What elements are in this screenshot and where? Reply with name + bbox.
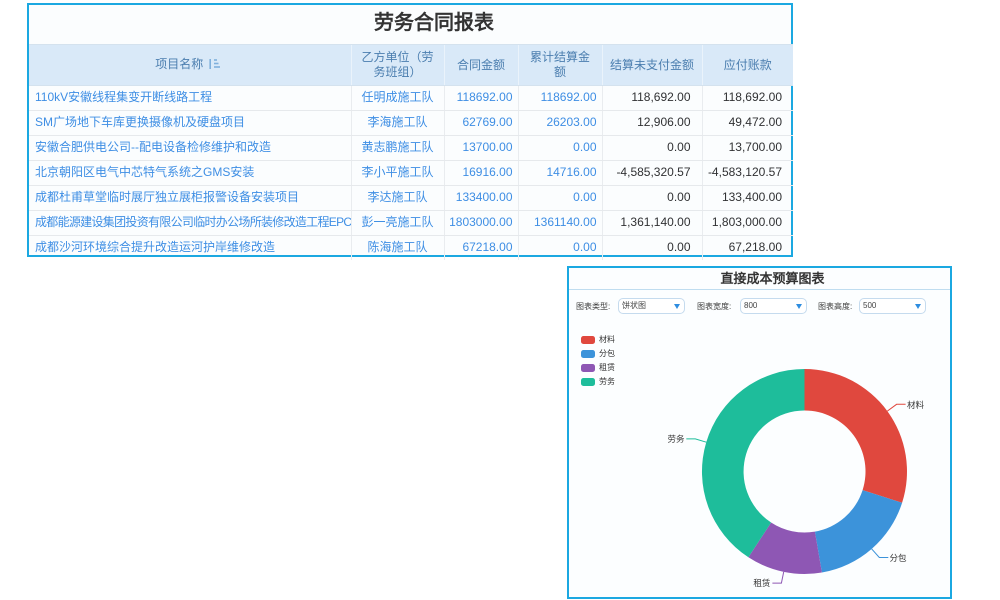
svg-text:租赁: 租赁	[753, 578, 771, 588]
svg-text:材料: 材料	[907, 400, 925, 410]
svg-text:分包: 分包	[890, 553, 908, 563]
svg-text:劳务: 劳务	[667, 434, 685, 444]
